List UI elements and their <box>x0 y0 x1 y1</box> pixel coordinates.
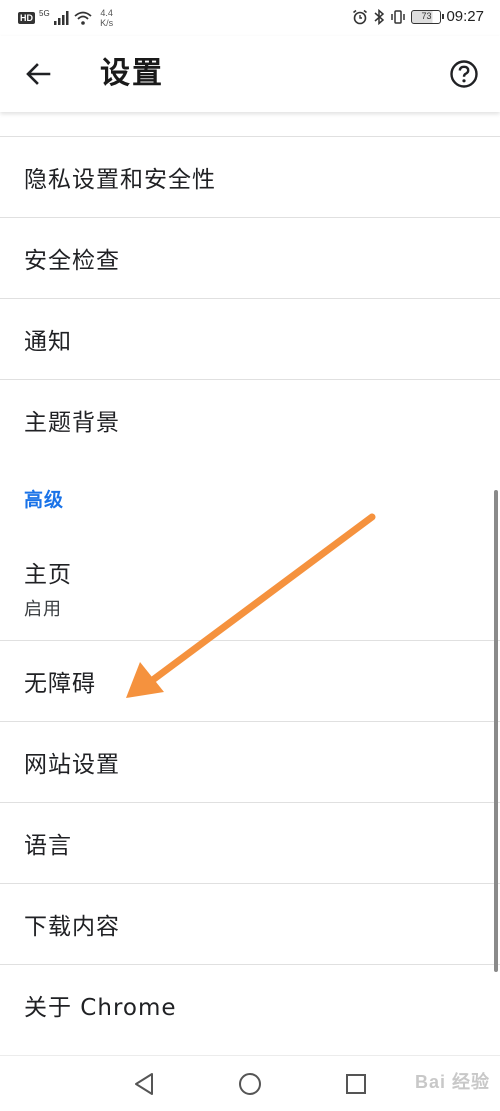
settings-item-label: 下载内容 <box>24 914 120 940</box>
network-type: 5G <box>39 8 50 18</box>
wifi-icon <box>74 11 92 25</box>
settings-item-themes[interactable]: 主题背景 <box>0 380 500 460</box>
settings-item-site-settings[interactable]: 网站设置 <box>0 722 500 802</box>
settings-item-label: 无障碍 <box>24 671 96 697</box>
status-right: 73 09:27 <box>352 8 484 25</box>
hd-badge: HD <box>18 12 35 24</box>
speed-value: 4.4 <box>100 8 113 18</box>
settings-item-label: 主页 <box>24 562 72 588</box>
settings-item-label: 隐私设置和安全性 <box>24 167 216 193</box>
nav-back-button[interactable] <box>130 1070 158 1098</box>
settings-item-privacy[interactable]: 隐私设置和安全性 <box>0 137 500 217</box>
settings-list: 隐私设置和安全性 安全检查 通知 主题背景 高级 主页 启用 无障碍 网站设置 … <box>0 112 500 1045</box>
settings-item-label: 安全检查 <box>24 248 120 274</box>
status-bar: HD 5G 4.4 K/s 73 09:27 <box>0 0 500 36</box>
nav-recents-button[interactable] <box>342 1070 370 1098</box>
page-title: 设置 <box>100 56 164 91</box>
settings-item-label: 网站设置 <box>24 752 120 778</box>
status-left: HD 5G 4.4 K/s <box>18 8 118 28</box>
settings-item-label: 通知 <box>24 329 72 355</box>
settings-item-homepage[interactable]: 主页 启用 <box>0 536 500 640</box>
nav-recents-icon <box>346 1074 366 1094</box>
watermark: Bai 经验 <box>414 1072 490 1092</box>
settings-item-label: 主题背景 <box>24 410 120 436</box>
battery-indicator: 73 <box>411 9 445 24</box>
vibrate-icon <box>391 9 406 24</box>
settings-item-summary: 启用 <box>24 599 62 620</box>
settings-item-label: 语言 <box>24 833 72 859</box>
speed-unit: K/s <box>100 18 114 28</box>
settings-item-notifications[interactable]: 通知 <box>0 299 500 379</box>
settings-item-label: 关于 Chrome <box>24 995 177 1021</box>
status-time: 09:27 <box>446 8 484 25</box>
settings-item-safety-check[interactable]: 安全检查 <box>0 218 500 298</box>
list-top-spacer <box>0 112 500 136</box>
scrollbar[interactable] <box>494 490 498 972</box>
help-button[interactable] <box>446 56 482 92</box>
settings-item-about-chrome[interactable]: 关于 Chrome <box>0 965 500 1045</box>
network-speed: 4.4 K/s <box>96 8 118 28</box>
nav-back-icon <box>135 1073 153 1095</box>
settings-item-languages[interactable]: 语言 <box>0 803 500 883</box>
section-header-advanced: 高级 <box>24 488 65 511</box>
back-arrow-icon <box>26 63 51 85</box>
bluetooth-icon <box>374 8 385 25</box>
nav-home-button[interactable] <box>236 1070 264 1098</box>
nav-home-icon <box>239 1073 261 1095</box>
system-nav-bar: Bai 经验 <box>0 1055 500 1111</box>
signal-icon <box>53 11 69 25</box>
app-toolbar: 设置 <box>0 36 500 112</box>
settings-item-downloads[interactable]: 下载内容 <box>0 884 500 964</box>
back-button[interactable] <box>18 54 58 94</box>
alarm-icon <box>353 9 368 24</box>
help-circle-icon <box>450 60 478 88</box>
settings-item-accessibility[interactable]: 无障碍 <box>0 641 500 721</box>
